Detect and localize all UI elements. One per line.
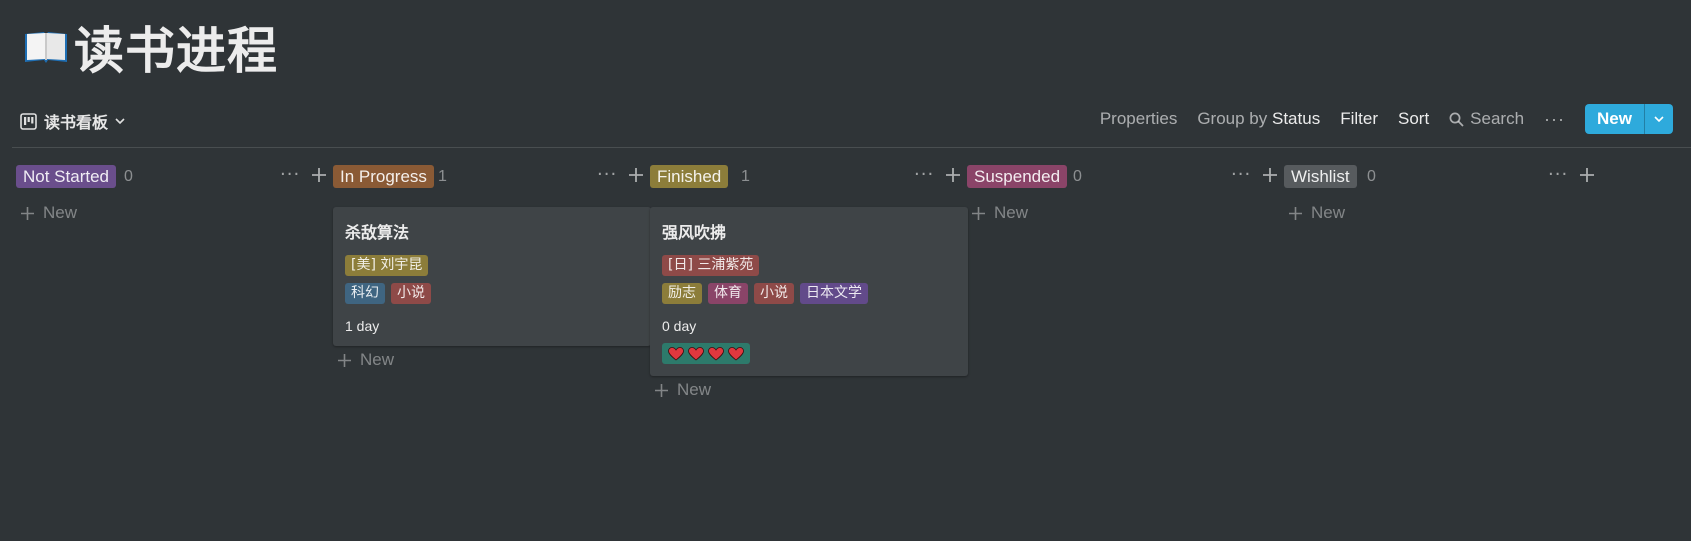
add-card-icon[interactable] bbox=[627, 166, 645, 184]
reading-duration: 1 day bbox=[345, 318, 380, 334]
genre-tag: 励志 bbox=[662, 283, 702, 304]
new-label: New bbox=[677, 380, 712, 399]
status-pill[interactable]: Finished bbox=[650, 165, 729, 188]
column-more-icon[interactable]: ··· bbox=[1231, 165, 1251, 185]
status-pill[interactable]: Suspended bbox=[967, 165, 1068, 188]
rating-badge bbox=[662, 343, 750, 364]
genre-tag: 小说 bbox=[754, 283, 794, 304]
column-count: 1 bbox=[438, 168, 447, 185]
toolbar-actions: Properties Group by Status Filter Sort S… bbox=[1080, 104, 1673, 134]
column-suspended: Suspended 0 ··· New bbox=[967, 160, 1285, 541]
view-name: 读书看板 bbox=[44, 113, 109, 132]
column-header: Not Started 0 ··· bbox=[16, 165, 332, 191]
heart-icon bbox=[728, 346, 744, 361]
filter-button[interactable]: Filter bbox=[1340, 109, 1378, 129]
status-pill[interactable]: Wishlist bbox=[1284, 165, 1357, 188]
book-card[interactable]: 强风吹拂 [日] 三浦紫苑 励志 体育 小说 日本文学 0 day bbox=[650, 207, 968, 376]
new-label: New bbox=[994, 203, 1029, 222]
view-switcher[interactable]: 读书看板 bbox=[20, 110, 126, 132]
add-new-card-button[interactable]: New bbox=[1288, 202, 1345, 224]
new-label: New bbox=[1311, 203, 1346, 222]
plus-icon bbox=[972, 206, 985, 220]
author-row: [日] 三浦紫苑 bbox=[662, 255, 765, 276]
chevron-down-icon bbox=[115, 118, 125, 125]
column-more-icon[interactable]: ··· bbox=[280, 165, 300, 185]
column-more-icon[interactable]: ··· bbox=[597, 165, 617, 185]
status-pill[interactable]: In Progress bbox=[333, 165, 434, 188]
column-not-started: Not Started 0 ··· New bbox=[16, 160, 334, 541]
column-header: Wishlist 0 ··· bbox=[1284, 165, 1600, 191]
genre-tags: 科幻 小说 bbox=[345, 283, 437, 304]
new-label: New bbox=[43, 203, 78, 222]
plus-icon bbox=[1289, 206, 1302, 220]
plus-icon bbox=[21, 206, 34, 220]
column-more-icon[interactable]: ··· bbox=[1548, 165, 1568, 185]
add-new-card-button[interactable]: New bbox=[654, 379, 711, 401]
group-by-label: Group by bbox=[1197, 109, 1268, 128]
column-wishlist: Wishlist 0 ··· New bbox=[1284, 160, 1602, 541]
genre-tags: 励志 体育 小说 日本文学 bbox=[662, 283, 874, 304]
column-in-progress: In Progress 1 ··· 杀敌算法 [美] 刘宇昆 科幻 小说 1 d… bbox=[333, 160, 651, 541]
add-card-icon[interactable] bbox=[1578, 166, 1596, 184]
plus-icon bbox=[338, 353, 351, 367]
page-title: 读书进程 bbox=[74, 22, 278, 80]
column-finished: Finished 1 ··· 强风吹拂 [日] 三浦紫苑 励志 体育 小说 日本… bbox=[650, 160, 968, 541]
genre-tag: 小说 bbox=[391, 283, 431, 304]
group-by-button[interactable]: Group by Status bbox=[1197, 109, 1320, 129]
add-new-card-button[interactable]: New bbox=[20, 202, 77, 224]
open-book-icon bbox=[25, 32, 67, 63]
book-card[interactable]: 杀敌算法 [美] 刘宇昆 科幻 小说 1 day bbox=[333, 207, 651, 346]
status-pill[interactable]: Not Started bbox=[16, 165, 116, 188]
new-button-label: New bbox=[1597, 109, 1632, 128]
new-label: New bbox=[360, 350, 395, 369]
add-new-card-button[interactable]: New bbox=[337, 349, 394, 371]
column-count: 0 bbox=[124, 168, 133, 185]
column-header: Suspended 0 ··· bbox=[967, 165, 1283, 191]
add-card-icon[interactable] bbox=[310, 166, 328, 184]
add-card-icon[interactable] bbox=[944, 166, 962, 184]
column-header: Finished 1 ··· bbox=[650, 165, 966, 191]
heart-icon bbox=[688, 346, 704, 361]
add-new-card-button[interactable]: New bbox=[971, 202, 1028, 224]
more-options-button[interactable]: ··· bbox=[1544, 109, 1565, 130]
sort-button[interactable]: Sort bbox=[1398, 109, 1429, 129]
card-title: 强风吹拂 bbox=[662, 223, 727, 242]
page-title-area: 读书进程 bbox=[22, 14, 278, 80]
search-label: Search bbox=[1470, 109, 1525, 128]
genre-tag: 日本文学 bbox=[800, 283, 868, 304]
column-count: 0 bbox=[1367, 168, 1376, 185]
add-card-icon[interactable] bbox=[1261, 166, 1279, 184]
card-title: 杀敌算法 bbox=[345, 223, 410, 242]
reading-duration: 0 day bbox=[662, 318, 697, 334]
plus-icon bbox=[655, 383, 668, 397]
author-row: [美] 刘宇昆 bbox=[345, 255, 434, 276]
kanban-board: Not Started 0 ··· New In Progress 1 ··· … bbox=[16, 160, 1691, 541]
board-view-icon bbox=[20, 112, 37, 130]
column-count: 1 bbox=[741, 168, 750, 185]
database-toolbar: 读书看板 Properties Group by Status Filter S… bbox=[0, 100, 1691, 144]
search-button[interactable]: Search bbox=[1449, 109, 1524, 129]
chevron-down-icon bbox=[1654, 116, 1664, 123]
heart-icon bbox=[708, 346, 724, 361]
heart-icon bbox=[668, 346, 684, 361]
author-tag: [美] 刘宇昆 bbox=[345, 255, 429, 276]
new-button[interactable]: New bbox=[1585, 104, 1673, 134]
group-by-value: Status bbox=[1272, 109, 1321, 128]
genre-tag: 科幻 bbox=[345, 283, 385, 304]
column-header: In Progress 1 ··· bbox=[333, 165, 649, 191]
toolbar-divider bbox=[12, 147, 1691, 148]
column-count: 0 bbox=[1073, 168, 1082, 185]
genre-tag: 体育 bbox=[708, 283, 748, 304]
author-tag: [日] 三浦紫苑 bbox=[662, 255, 760, 276]
column-more-icon[interactable]: ··· bbox=[914, 165, 934, 185]
search-icon bbox=[1449, 112, 1464, 127]
new-dropdown-button[interactable] bbox=[1644, 104, 1673, 134]
properties-button[interactable]: Properties bbox=[1100, 109, 1177, 129]
